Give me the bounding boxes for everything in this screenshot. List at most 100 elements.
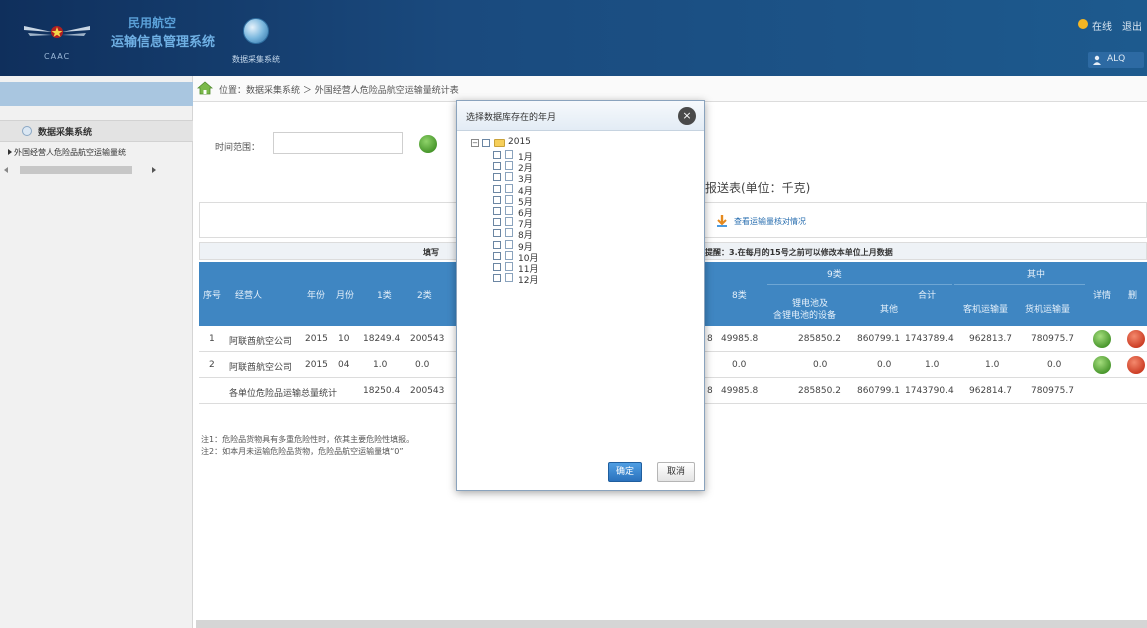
file-icon	[505, 262, 513, 271]
detail-button[interactable]	[1093, 356, 1111, 374]
cell-year: 2015	[305, 334, 328, 344]
th-seq: 序号	[203, 291, 222, 301]
search-go-icon[interactable]	[419, 135, 437, 153]
summary-passenger: 962814.7	[969, 386, 1012, 396]
tree-node-month[interactable]: 3月	[493, 172, 573, 185]
checkbox[interactable]	[493, 251, 501, 260]
cell-cargo: 780975.7	[1031, 334, 1074, 344]
summary-class1: 18250.4	[363, 386, 401, 396]
checkbox[interactable]	[493, 151, 501, 159]
file-icon	[505, 250, 513, 260]
th-divider	[767, 284, 952, 285]
file-icon	[505, 273, 513, 283]
tree-node-month[interactable]: 10月	[493, 250, 573, 264]
menu-circle-icon	[22, 126, 32, 136]
th-of-which: 其中	[1027, 270, 1046, 280]
file-icon	[505, 161, 513, 171]
tree-node-month[interactable]: 6月	[493, 206, 573, 219]
tree-node-month[interactable]: 11月	[493, 262, 573, 275]
cell-seq: 1	[209, 334, 215, 344]
tree-node-month[interactable]: 12月	[493, 273, 573, 286]
cell-class1: 1.0	[373, 360, 388, 370]
logout-link[interactable]: 退出	[1122, 18, 1142, 33]
cell-operator: 阿联酋航空公司	[229, 363, 293, 373]
collapse-icon[interactable]: −	[471, 139, 479, 147]
sidebar-scrollbar[interactable]	[20, 166, 132, 174]
file-icon	[505, 183, 513, 193]
tree-node-month[interactable]: 7月	[493, 217, 573, 230]
th-year: 年份	[307, 291, 326, 301]
tree-node-month[interactable]: 4月	[493, 183, 573, 197]
checkbox[interactable]	[493, 229, 501, 238]
checkbox[interactable]	[493, 274, 501, 283]
checkbox[interactable]	[493, 207, 501, 215]
tree-node-month[interactable]: 9月	[493, 239, 573, 253]
sidebar: 数据采集系统 外国经营人危险品航空运输量统	[0, 76, 193, 628]
user-badge[interactable]: ALQ	[1088, 52, 1144, 68]
system-title-line1: 民用航空	[128, 16, 177, 30]
tree-node-year[interactable]: − 2015	[471, 137, 591, 149]
scroll-right-icon[interactable]	[152, 167, 156, 173]
checkbox[interactable]	[493, 162, 501, 171]
close-icon[interactable]: ×	[678, 107, 696, 125]
sidebar-menu-head[interactable]: 数据采集系统	[0, 120, 193, 142]
cell-lithium: 285850.2	[798, 334, 841, 344]
confirm-button[interactable]: 确定	[608, 462, 642, 482]
time-range-input[interactable]	[273, 132, 403, 154]
th-class1: 1类	[377, 291, 392, 301]
module-name: 数据采集系统	[232, 55, 280, 64]
th-month: 月份	[336, 291, 355, 301]
cell-class8: 49985.8	[721, 334, 759, 344]
breadcrumb-bar: 位置：数据采集系统 ＞ 外国经营人危险品航空运输量统计表	[193, 76, 1147, 102]
summary-class8: 49985.8	[721, 386, 759, 396]
cell-total: 1.0	[925, 360, 940, 370]
th-delete: 删	[1128, 291, 1138, 301]
horizontal-scrollbar[interactable]	[196, 620, 1147, 628]
checkbox[interactable]	[482, 139, 490, 147]
th-other: 其他	[880, 305, 899, 315]
cell-class2: 0.0	[415, 360, 430, 370]
cell-other: 0.0	[877, 360, 892, 370]
import-icon[interactable]	[715, 214, 729, 228]
summary-total: 1743790.4	[905, 386, 954, 396]
delete-button[interactable]	[1127, 356, 1145, 374]
dialog-title: 选择数据库存在的年月	[466, 113, 557, 123]
tree-year-label: 2015	[508, 137, 531, 147]
sidebar-item-dangerous-goods[interactable]: 外国经营人危险品航空运输量统	[14, 147, 126, 158]
tree-node-month[interactable]: 2月	[493, 161, 573, 174]
note-2: 注2：如本月未运输危险品货物，危险品航空运输量填“0”	[201, 447, 404, 456]
home-icon[interactable]	[197, 81, 213, 95]
detail-button[interactable]	[1093, 330, 1111, 348]
cell-month: 10	[338, 334, 350, 344]
th-lithium-line2: 含锂电池的设备	[773, 311, 837, 321]
th-operator: 经营人	[235, 291, 263, 301]
tree-node-month[interactable]: 5月	[493, 194, 573, 208]
dialog-header: 选择数据库存在的年月 ×	[457, 101, 704, 131]
checkbox[interactable]	[493, 218, 501, 227]
cell-operator: 阿联酋航空公司	[229, 337, 293, 347]
th-detail: 详情	[1093, 291, 1112, 301]
breadcrumb: 位置：数据采集系统 ＞ 外国经营人危险品航空运输量统计表	[219, 86, 459, 96]
checkbox[interactable]	[493, 263, 501, 271]
caac-wings-logo-icon	[24, 26, 90, 38]
caac-text: CAAC	[44, 52, 71, 61]
cell-class1: 18249.4	[363, 334, 401, 344]
check-volume-link[interactable]: 查看运输量核对情况	[734, 216, 806, 227]
scroll-left-icon[interactable]	[4, 167, 8, 173]
checkbox[interactable]	[493, 195, 501, 204]
delete-button[interactable]	[1127, 330, 1145, 348]
tree-node-month[interactable]: 1月	[493, 150, 573, 163]
user-name: ALQ	[1107, 54, 1126, 64]
cell-passenger: 1.0	[985, 360, 1000, 370]
sidebar-menu-head-label: 数据采集系统	[38, 128, 93, 138]
th-passenger: 客机运输量	[963, 305, 1009, 315]
user-icon	[1093, 55, 1101, 65]
cancel-button[interactable]: 取消	[657, 462, 695, 482]
checkbox[interactable]	[493, 173, 501, 182]
tree-node-month[interactable]: 8月	[493, 228, 573, 241]
checkbox[interactable]	[493, 240, 501, 249]
checkbox[interactable]	[493, 184, 501, 193]
file-icon	[505, 172, 513, 182]
globe-icon	[243, 18, 269, 44]
folder-icon	[494, 139, 505, 147]
